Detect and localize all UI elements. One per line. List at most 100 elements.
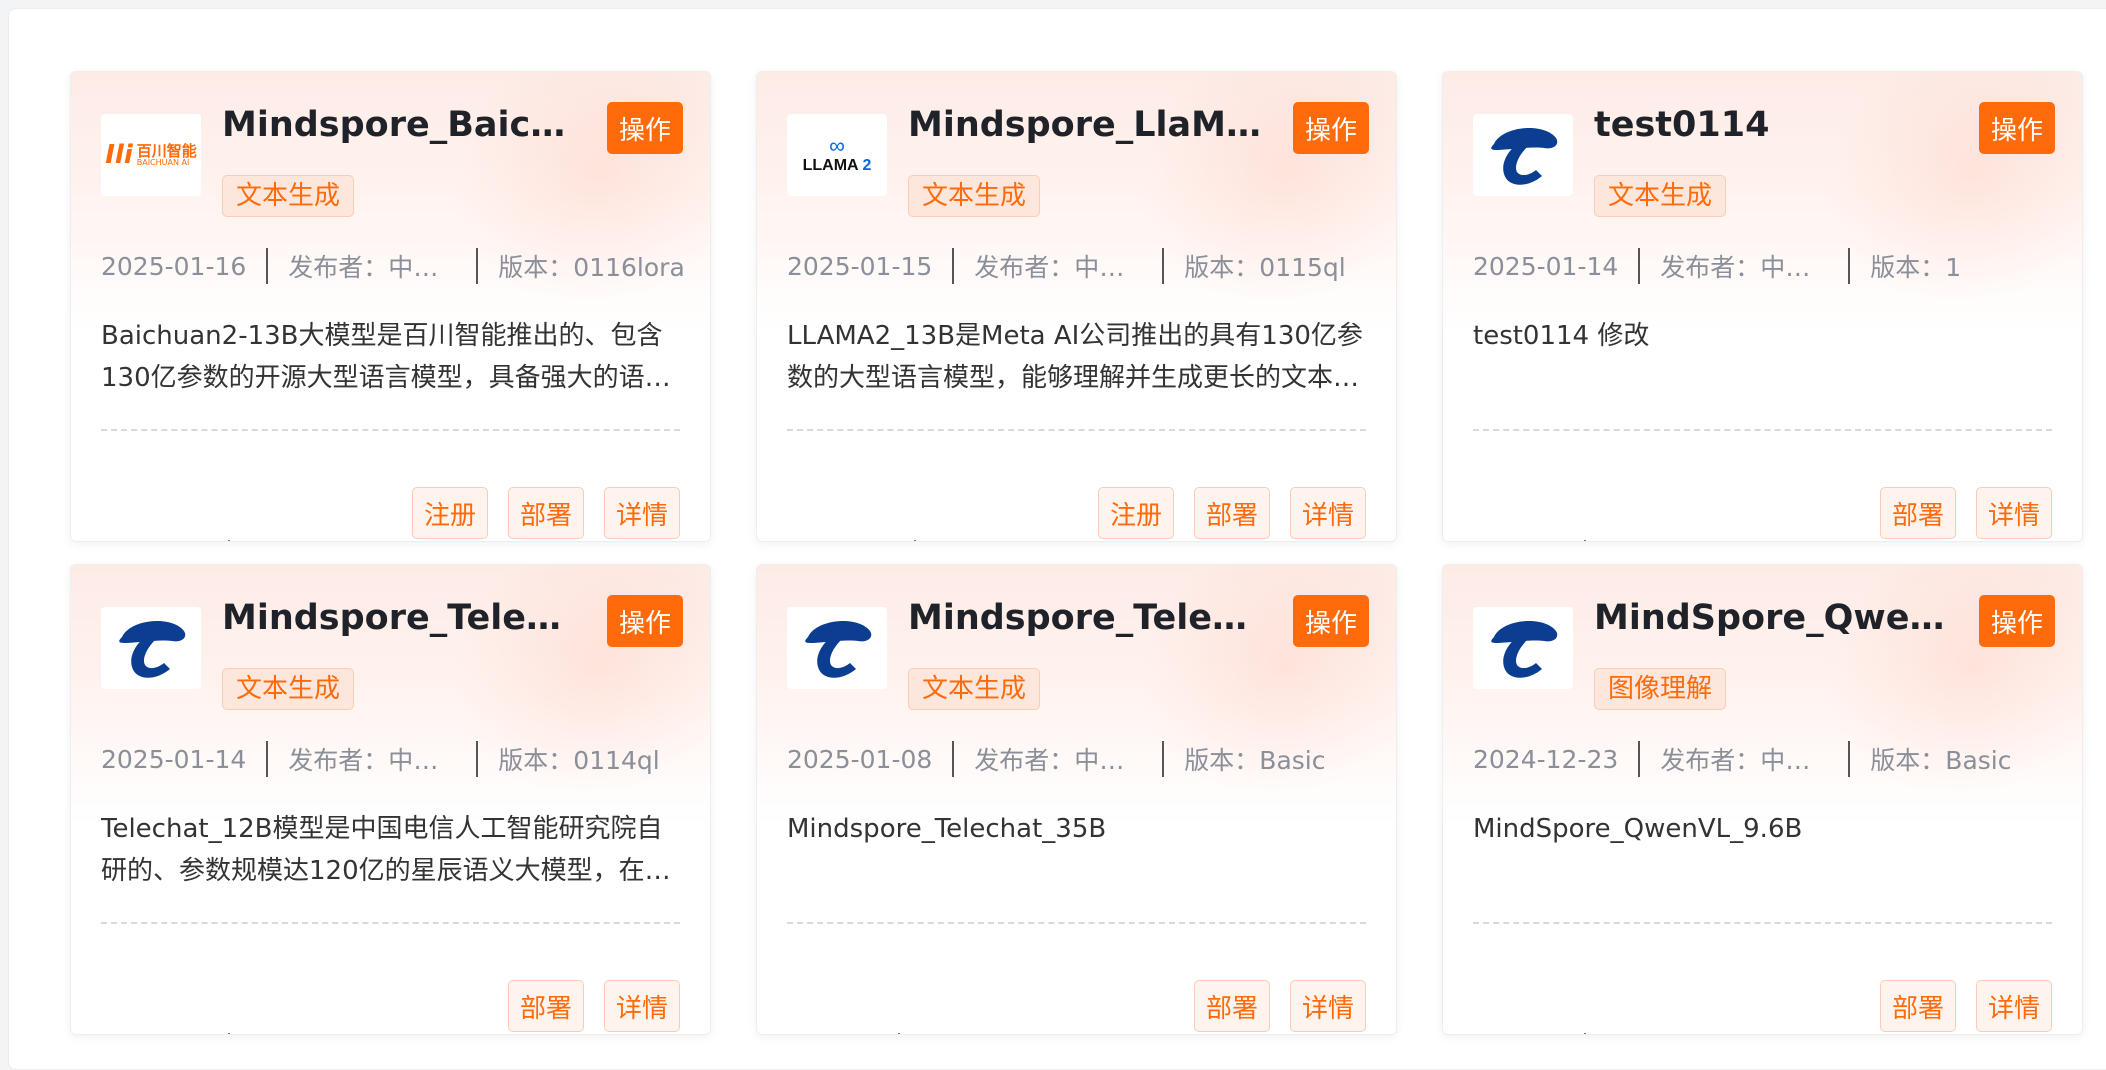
model-title[interactable]: Mindspore_Baichuan2_13B <box>222 105 578 145</box>
views-count: 313 <box>143 1030 191 1034</box>
downloads-stat: 1 <box>1575 1030 1619 1034</box>
card-actions: 部署 详情 <box>1880 980 2052 1032</box>
model-meta: 2025-01-14 发布者：中电信 版本：1 <box>1473 248 2063 284</box>
detail-button[interactable]: 详情 <box>1290 980 1366 1032</box>
publisher: 发布者：中国电信 <box>288 253 456 282</box>
download-icon <box>889 1030 909 1034</box>
meta-llama-logo-icon: ∞ LLAMA 2 <box>802 133 872 175</box>
china-telecom-logo-icon <box>119 620 186 678</box>
category-tag: 文本生成 <box>908 668 1041 710</box>
model-card-5[interactable]: Mindspore_Telechat_35B 操作 文本生成 2025-01-0… <box>756 564 1397 1035</box>
downloads-stat: 0 <box>1575 537 1619 541</box>
views-stat: 61 <box>1481 537 1547 541</box>
model-card-4[interactable]: Mindspore_Telechat_12B 操作 文本生成 2025-01-1… <box>70 564 711 1035</box>
model-card-3[interactable]: test0114 操作 文本生成 2025-01-14 发布者：中电信 版本：1… <box>1442 71 2083 542</box>
eye-icon <box>1481 1030 1507 1034</box>
publish-date: 2025-01-15 <box>787 251 933 281</box>
model-title[interactable]: Mindspore_Telechat_35B <box>908 598 1264 638</box>
publish-date: 2025-01-14 <box>101 744 247 774</box>
deploy-button[interactable]: 部署 <box>1880 980 1956 1032</box>
model-card-1[interactable]: Ili百川智能BAICHUAN AI Mindspore_Baichuan2_1… <box>70 71 711 542</box>
model-card-6[interactable]: MindSpore_QwenVL_9.6B 操作 图像理解 2024-12-23… <box>1442 564 2083 1035</box>
meta-divider <box>476 248 479 284</box>
publisher: 发布者：中国电信 <box>1660 746 1828 775</box>
downloads-count: 1 <box>933 537 949 541</box>
downloads-stat: 2 <box>219 1030 263 1034</box>
meta-divider <box>1848 741 1851 777</box>
publish-date: 2025-01-08 <box>787 744 933 774</box>
baichuan-logo-icon: Ili 百川智能 BAICHUAN AI <box>105 140 197 170</box>
views-count: 488 <box>143 537 191 541</box>
category-tag: 图像理解 <box>1594 668 1727 710</box>
model-logo <box>1473 607 1573 689</box>
views-count: 231 <box>829 537 877 541</box>
detail-button[interactable]: 详情 <box>1290 487 1366 539</box>
model-title[interactable]: Mindspore_LlaMA2_13B <box>908 105 1264 145</box>
register-button[interactable]: 注册 <box>1098 487 1174 539</box>
detail-button[interactable]: 详情 <box>1976 980 2052 1032</box>
model-description: LLAMA2_13B是Meta AI公司推出的具有130亿参数的大型语言模型，能… <box>787 321 1363 393</box>
publisher: 发布者：中国电信 <box>974 253 1142 282</box>
version: 版本：1 <box>1870 253 1962 282</box>
model-title[interactable]: Mindspore_Telechat_12B <box>222 598 578 638</box>
deploy-button[interactable]: 部署 <box>1194 980 1270 1032</box>
meta-divider <box>1638 741 1641 777</box>
operate-button[interactable]: 操作 <box>1293 595 1369 647</box>
dashed-divider <box>787 922 1366 924</box>
model-logo: Ili 百川智能 BAICHUAN AI <box>101 114 201 196</box>
operate-button[interactable]: 操作 <box>1293 102 1369 154</box>
download-icon <box>905 537 925 541</box>
model-stats: 33 1 <box>1481 1030 1619 1034</box>
operate-button[interactable]: 操作 <box>1979 102 2055 154</box>
model-description: Baichuan2-13B大模型是百川智能推出的、包含130亿参数的开源大型语言… <box>101 321 671 393</box>
operate-button[interactable]: 操作 <box>607 102 683 154</box>
card-actions: 注册 部署 详情 <box>412 487 680 539</box>
meta-divider <box>1638 248 1641 284</box>
detail-button[interactable]: 详情 <box>1976 487 2052 539</box>
logo-text: LLAMA <box>802 157 859 174</box>
dashed-divider <box>787 429 1366 431</box>
model-stats: 231 1 <box>795 537 949 541</box>
model-title[interactable]: test0114 <box>1594 105 1950 145</box>
deploy-button[interactable]: 部署 <box>1880 487 1956 539</box>
detail-button[interactable]: 详情 <box>604 980 680 1032</box>
detail-button[interactable]: 详情 <box>604 487 680 539</box>
eye-icon <box>109 537 135 541</box>
downloads-count: 1 <box>1603 1030 1619 1034</box>
card-actions: 部署 详情 <box>508 980 680 1032</box>
card-actions: 部署 详情 <box>1194 980 1366 1032</box>
operate-button[interactable]: 操作 <box>1979 595 2055 647</box>
model-title[interactable]: MindSpore_QwenVL_9.6B <box>1594 598 1950 638</box>
dashed-divider <box>1473 922 2052 924</box>
deploy-button[interactable]: 部署 <box>1194 487 1270 539</box>
model-stats: 13 1 <box>795 1030 933 1034</box>
deploy-button[interactable]: 部署 <box>508 487 584 539</box>
views-stat: 488 <box>109 537 191 541</box>
download-icon <box>1575 537 1595 541</box>
views-count: 13 <box>829 1030 861 1034</box>
download-icon <box>1575 1030 1595 1034</box>
views-stat: 33 <box>1481 1030 1547 1034</box>
model-meta: 2025-01-15 发布者：中国电信 版本：0115ql <box>787 248 1377 284</box>
version: 版本：0115ql <box>1184 253 1346 282</box>
eye-icon <box>795 1030 821 1034</box>
eye-icon <box>795 537 821 541</box>
card-actions: 部署 详情 <box>1880 487 2052 539</box>
meta-divider <box>1162 741 1165 777</box>
publisher: 发布者：中电信 <box>1660 253 1829 282</box>
model-card-2[interactable]: ∞LLAMA 2 Mindspore_LlaMA2_13B 操作 文本生成 20… <box>756 71 1397 542</box>
downloads-stat: 0 <box>219 537 263 541</box>
publish-date: 2025-01-14 <box>1473 251 1619 281</box>
model-card-grid: Ili百川智能BAICHUAN AI Mindspore_Baichuan2_1… <box>70 71 2083 1035</box>
publisher: 发布者：中国电信 <box>288 746 456 775</box>
deploy-button[interactable]: 部署 <box>508 980 584 1032</box>
china-telecom-logo-icon <box>1491 127 1558 185</box>
downloads-count: 0 <box>247 537 263 541</box>
register-button[interactable]: 注册 <box>412 487 488 539</box>
model-description: test0114 修改 <box>1473 321 1650 351</box>
meta-divider <box>952 741 955 777</box>
model-description: Mindspore_Telechat_35B <box>787 814 1107 844</box>
operate-button[interactable]: 操作 <box>607 595 683 647</box>
views-count: 33 <box>1515 1030 1547 1034</box>
model-description: Telechat_12B模型是中国电信人工智能研究院自研的、参数规模达120亿的… <box>101 814 671 886</box>
